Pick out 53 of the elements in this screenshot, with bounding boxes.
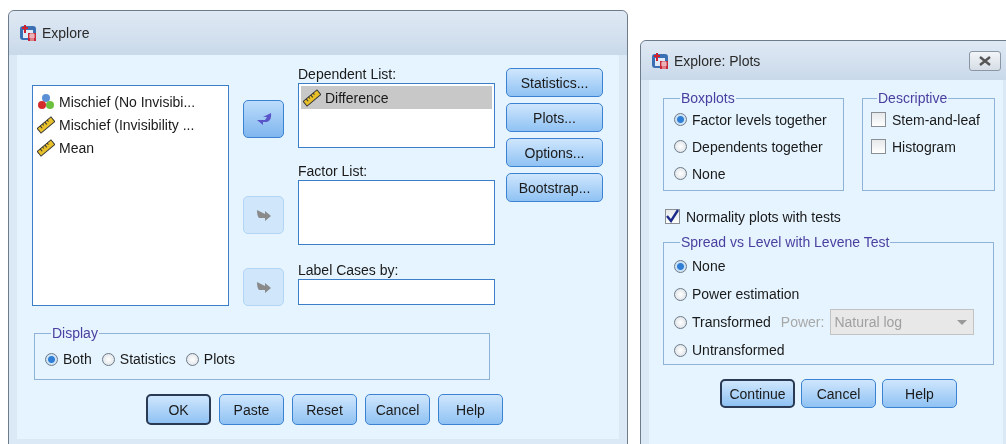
group-title: Boxplots (680, 90, 736, 106)
radio-button[interactable]: Transformed (674, 310, 771, 334)
window-title: Explore (42, 25, 90, 41)
radio-button[interactable]: None (674, 160, 843, 187)
radio-button[interactable]: Statistics (101, 347, 176, 371)
radio-button[interactable]: Factor levels together (674, 106, 843, 133)
group-title: Descriptive (877, 90, 949, 106)
radio-button[interactable]: None (674, 254, 726, 278)
close-icon (977, 54, 993, 67)
radio-button[interactable]: Power estimation (674, 282, 800, 306)
checkbox[interactable]: Stem-and-leaf (871, 106, 994, 133)
radio-button[interactable]: Dependents together (674, 133, 843, 160)
app-icon (19, 24, 37, 42)
dependent-list[interactable]: Difference (298, 83, 495, 148)
list-item[interactable]: Mischief (Invisibility ... (35, 113, 226, 136)
button[interactable]: Reset (292, 394, 357, 425)
list-item[interactable]: Mean (35, 136, 226, 159)
button[interactable]: Bootstrap... (506, 173, 603, 202)
radio-button[interactable]: Plots (185, 347, 235, 371)
right-arrow-icon (254, 207, 273, 223)
dropdown-caret-icon (957, 319, 968, 325)
ruler-icon (303, 88, 321, 107)
button[interactable]: Plots... (506, 103, 603, 132)
move-button[interactable] (243, 100, 284, 138)
button[interactable]: Help (882, 379, 957, 408)
button[interactable]: OK (146, 394, 211, 425)
field-label: Dependent List: (298, 65, 398, 83)
close-button[interactable] (969, 50, 1001, 71)
list-item[interactable]: Difference (301, 86, 492, 109)
field-label: Factor List: (298, 162, 369, 180)
app-icon (651, 51, 669, 70)
factor-list[interactable] (298, 180, 495, 245)
list-item[interactable]: Mischief (No Invisibi... (35, 90, 226, 113)
variable-list[interactable]: Mischief (No Invisibi... Mischief (Invisibility ... Mean (32, 85, 229, 306)
button[interactable]: Cancel (365, 394, 430, 425)
radio-button[interactable]: Both (45, 347, 92, 371)
nominal-variable-icon (37, 93, 55, 110)
right-arrow-icon (254, 279, 273, 295)
button[interactable]: Statistics... (506, 68, 603, 97)
button[interactable]: Help (438, 394, 503, 425)
checkbox[interactable]: Histogram (871, 133, 994, 160)
button[interactable]: Continue (720, 379, 795, 408)
input-field[interactable] (298, 279, 495, 305)
field-label: Power: (780, 314, 825, 330)
group-title: Display (51, 325, 99, 341)
button[interactable]: Cancel (801, 379, 876, 408)
button[interactable]: Options... (506, 138, 603, 167)
window-title: Explore: Plots (674, 52, 761, 69)
group-title: Spread vs Level with Levene Test (680, 234, 891, 250)
field-label: Label Cases by: (298, 261, 400, 279)
radio-button[interactable]: Untransformed (674, 338, 785, 362)
button[interactable]: Paste (219, 394, 284, 425)
checkbox[interactable]: Normality plots with tests (665, 203, 1003, 230)
